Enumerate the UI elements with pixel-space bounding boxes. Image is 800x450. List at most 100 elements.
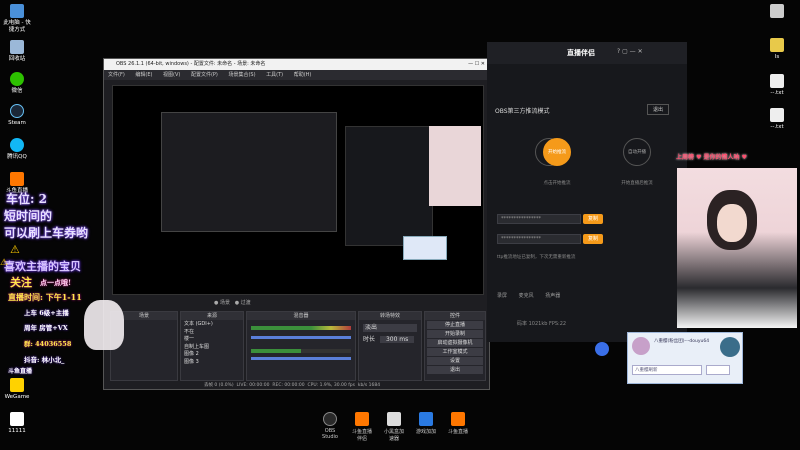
obs-preview[interactable] [112,85,484,295]
desktop-icon-steam[interactable]: Steam [2,104,32,127]
obs-status-bar: 丢帧 0 (0.0%) LIVE: 00:00:00 REC: 00:00:00… [204,383,381,388]
desktop-icon-right-2[interactable]: ls [762,38,792,61]
obs-title-bar[interactable]: OBS 26.1.1 (64-bit, windows) - 配置文件: 未命名… [104,59,489,70]
desktop-icon-this-pc[interactable]: 此电脑 - 快 捷方式 [2,4,32,34]
chat-username: 八重樱(粉丝团)---douyu64 [654,339,710,344]
nested-obs-preview [161,112,337,232]
menu-profile[interactable]: 配置文件(P) [191,72,218,78]
live-companion-window[interactable]: 直播伴侣 ? ▢ — ✕ OBS第三方推流模式 退出 1 开始推流 自动开播 点… [487,42,687,356]
nested-chat-preview [403,236,447,260]
controls-header: 控件 [425,312,485,320]
stats-readout: 码率 1021kb FPS:22 [517,321,567,327]
transitions-header: 转场特效 [359,312,421,320]
webcam-feed [677,168,797,328]
taskbar-douyu-companion[interactable]: 斗鱼直播伴侣 [351,412,373,442]
warning-icon: ⚠ [10,243,20,256]
overlay-car-line2: 短时间的 [4,209,53,223]
desktop-icon-wechat[interactable]: 微信 [2,72,32,95]
source-item[interactable]: 文本 (GDI+) [184,321,240,329]
webcam-caption: 上周榜 ♥ 是你的情人呐 ♥ [676,154,748,161]
copy-url-button[interactable]: 复制 [583,214,603,224]
menu-scene-collection[interactable]: 场景集合(S) [228,72,255,78]
desktop-icon-right-3[interactable]: --.txt [762,74,792,97]
preview-toggles[interactable]: ● 场景 ● 过渡 [214,299,251,306]
desktop-icon-recycle-bin[interactable]: 回收站 [2,40,32,63]
exit-button[interactable]: 退出 [427,366,483,374]
controls-panel: 控件 停止直播 开始录制 启动虚拟摄像机 工作室模式 设置 退出 [424,311,486,381]
desktop-icon-right-4[interactable]: --.txt [762,108,792,131]
transition-select[interactable]: 淡出 [363,324,417,332]
hint-text: ttp推流地址已复制，下次无需重新推流 [497,255,576,260]
overlay-row: 抖音: 林小北_ [24,356,65,364]
stop-streaming-button[interactable]: 停止直播 [427,321,483,329]
sources-header: 来源 [181,312,243,320]
reply-button[interactable] [706,365,730,375]
close-icon[interactable]: — ☐ ✕ [468,59,485,70]
duration-label: 时长 [363,336,376,343]
menu-help[interactable]: 帮助(H) [294,72,312,78]
mixer-panel: 混音器 [246,311,356,381]
taskbar-xiaoheihe[interactable]: 小黑盒加速器 [383,412,405,442]
overlay-row: 群: 44036558 [24,340,72,348]
auto-start-button[interactable]: 自动开播 [623,138,651,166]
duration-field[interactable]: 300 ms [379,336,415,343]
start-push-button[interactable]: 开始推流 [543,138,571,166]
start-recording-button[interactable]: 开始录制 [427,330,483,338]
overlay-row: 斗鱼直播 [8,368,33,375]
copy-key-button[interactable]: 复制 [583,234,603,244]
source-item[interactable]: 自制上车图 [184,344,240,352]
menu-edit[interactable]: 编辑(E) [135,72,152,78]
bottom-toolbar[interactable]: 录屏 麦克风 扬声器 [497,292,560,299]
transitions-panel: 转场特效 淡出 时长 300 ms [358,311,422,381]
avatar [720,337,740,357]
app-logo: 直播伴侣 [567,49,595,57]
chat-message: 八重樱刷新 [632,365,702,375]
menu-tools[interactable]: 工具(T) [266,72,283,78]
server-url-field[interactable]: **************** [497,214,581,224]
volume-slider[interactable] [251,336,351,339]
step-note: 开始直播后推流 [621,181,653,186]
taskbar-youxijiajia[interactable]: 游戏加加 [415,412,437,435]
window-controls[interactable]: ? ▢ — ✕ [617,48,643,55]
audio-meter [251,349,351,353]
menu-view[interactable]: 视图(V) [163,72,180,78]
mode-label: OBS第三方推流模式 [495,108,550,115]
overlay-follow: 关注 [10,276,32,289]
audio-meter [251,326,351,330]
desktop-icon-wegame[interactable]: WeGame [2,378,32,401]
desktop-icon-qq[interactable]: 腾讯QQ [2,138,32,161]
stream-key-field[interactable]: **************** [497,234,581,244]
app-header: 直播伴侣 ? ▢ — ✕ [487,42,687,64]
volume-slider[interactable] [251,357,351,360]
source-item[interactable]: 图像 2 [184,351,240,359]
obs-window[interactable]: OBS 26.1.1 (64-bit, windows) - 配置文件: 未命名… [103,58,490,390]
virtual-camera-button[interactable]: 启动虚拟摄像机 [427,339,483,347]
nested-app-preview [345,126,433,246]
avatar [632,337,650,355]
overlay-follow-small: 点一点哦! [40,278,72,287]
overlay-car-line1: 车位: 2 [6,192,47,206]
studio-mode-button[interactable]: 工作室模式 [427,348,483,356]
warning-icon: ⚠ [0,258,9,268]
desktop-icon-11111[interactable]: 11111 [2,412,32,435]
taskbar-obs[interactable]: OBS Studio [319,412,341,440]
desktop-icon-right-1[interactable] [762,4,792,20]
face-shape [717,204,747,242]
menu-file[interactable]: 文件(F) [108,72,125,78]
overlay-car-line3: 可以刷上车券哟 [4,226,89,240]
source-item[interactable]: 图像 3 [184,359,240,367]
settings-button[interactable]: 设置 [427,357,483,365]
help-icon[interactable] [595,342,609,356]
source-item[interactable]: 不在 [184,329,240,337]
overlay-live-time: 直播时间: 下午1-11 [8,292,82,302]
step-note: 点击开始推流 [543,181,571,186]
taskbar-douyu[interactable]: 斗鱼直播 [447,412,469,435]
sources-panel: 来源 文本 (GDI+) 不在 楼一 自制上车图 图像 2 图像 3 [180,311,244,381]
chat-popup[interactable]: 八重樱(粉丝团)---douyu64 八重樱刷新 [627,332,743,384]
obs-menu-bar: 文件(F) 编辑(E) 视图(V) 配置文件(P) 场景集合(S) 工具(T) … [104,70,489,80]
overlay-row: 周年 房管+VX [24,324,68,332]
overlay-welcome: 喜欢主播的宝贝 [4,260,81,273]
exit-mode-button[interactable]: 退出 [647,104,670,115]
mixer-header: 混音器 [247,312,355,320]
source-item[interactable]: 楼一 [184,336,240,344]
